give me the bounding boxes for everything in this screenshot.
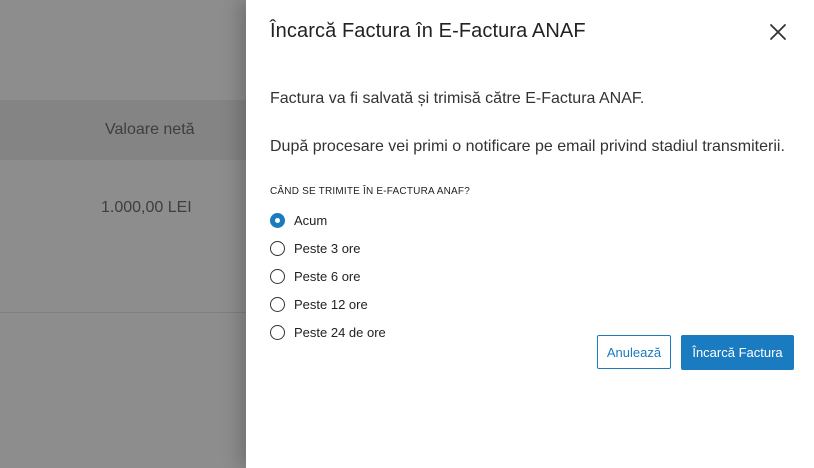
cancel-button[interactable]: Anulează	[597, 335, 671, 369]
close-icon	[770, 24, 786, 40]
upload-invoice-panel: Încarcă Factura în E-Factura ANAF Factur…	[246, 0, 814, 468]
radio-label: Peste 3 ore	[294, 240, 361, 256]
radio-label: Peste 24 de ore	[294, 324, 386, 340]
upload-invoice-button[interactable]: Încarcă Factura	[681, 335, 794, 370]
radio-button[interactable]	[270, 268, 285, 284]
schedule-label: CÂND SE TRIMITE ÎN E-FACTURA ANAF?	[270, 186, 470, 197]
close-button[interactable]	[766, 20, 790, 44]
radio-option-12h[interactable]: Peste 12 ore	[270, 290, 386, 318]
radio-button[interactable]	[270, 324, 285, 340]
radio-option-24h[interactable]: Peste 24 de ore	[270, 318, 386, 346]
table-divider	[0, 312, 250, 313]
radio-button[interactable]	[270, 296, 285, 312]
schedule-radio-group: Acum Peste 3 ore Peste 6 ore Peste 12 or…	[270, 206, 386, 346]
net-value-cell: 1.000,00 LEI	[101, 199, 192, 216]
radio-label: Peste 12 ore	[294, 296, 368, 312]
radio-option-3h[interactable]: Peste 3 ore	[270, 234, 386, 262]
radio-option-now[interactable]: Acum	[270, 206, 386, 234]
radio-button[interactable]	[270, 240, 285, 256]
radio-button[interactable]	[270, 212, 285, 228]
info-message-notification: După procesare vei primi o notificare pe…	[270, 138, 785, 155]
radio-label: Peste 6 ore	[294, 268, 361, 284]
panel-title: Încarcă Factura în E-Factura ANAF	[270, 20, 586, 42]
radio-option-6h[interactable]: Peste 6 ore	[270, 262, 386, 290]
radio-label: Acum	[294, 212, 328, 228]
info-message-saved: Factura va fi salvată și trimisă către E…	[270, 90, 645, 107]
column-header-net-value: Valoare netă	[105, 121, 195, 138]
